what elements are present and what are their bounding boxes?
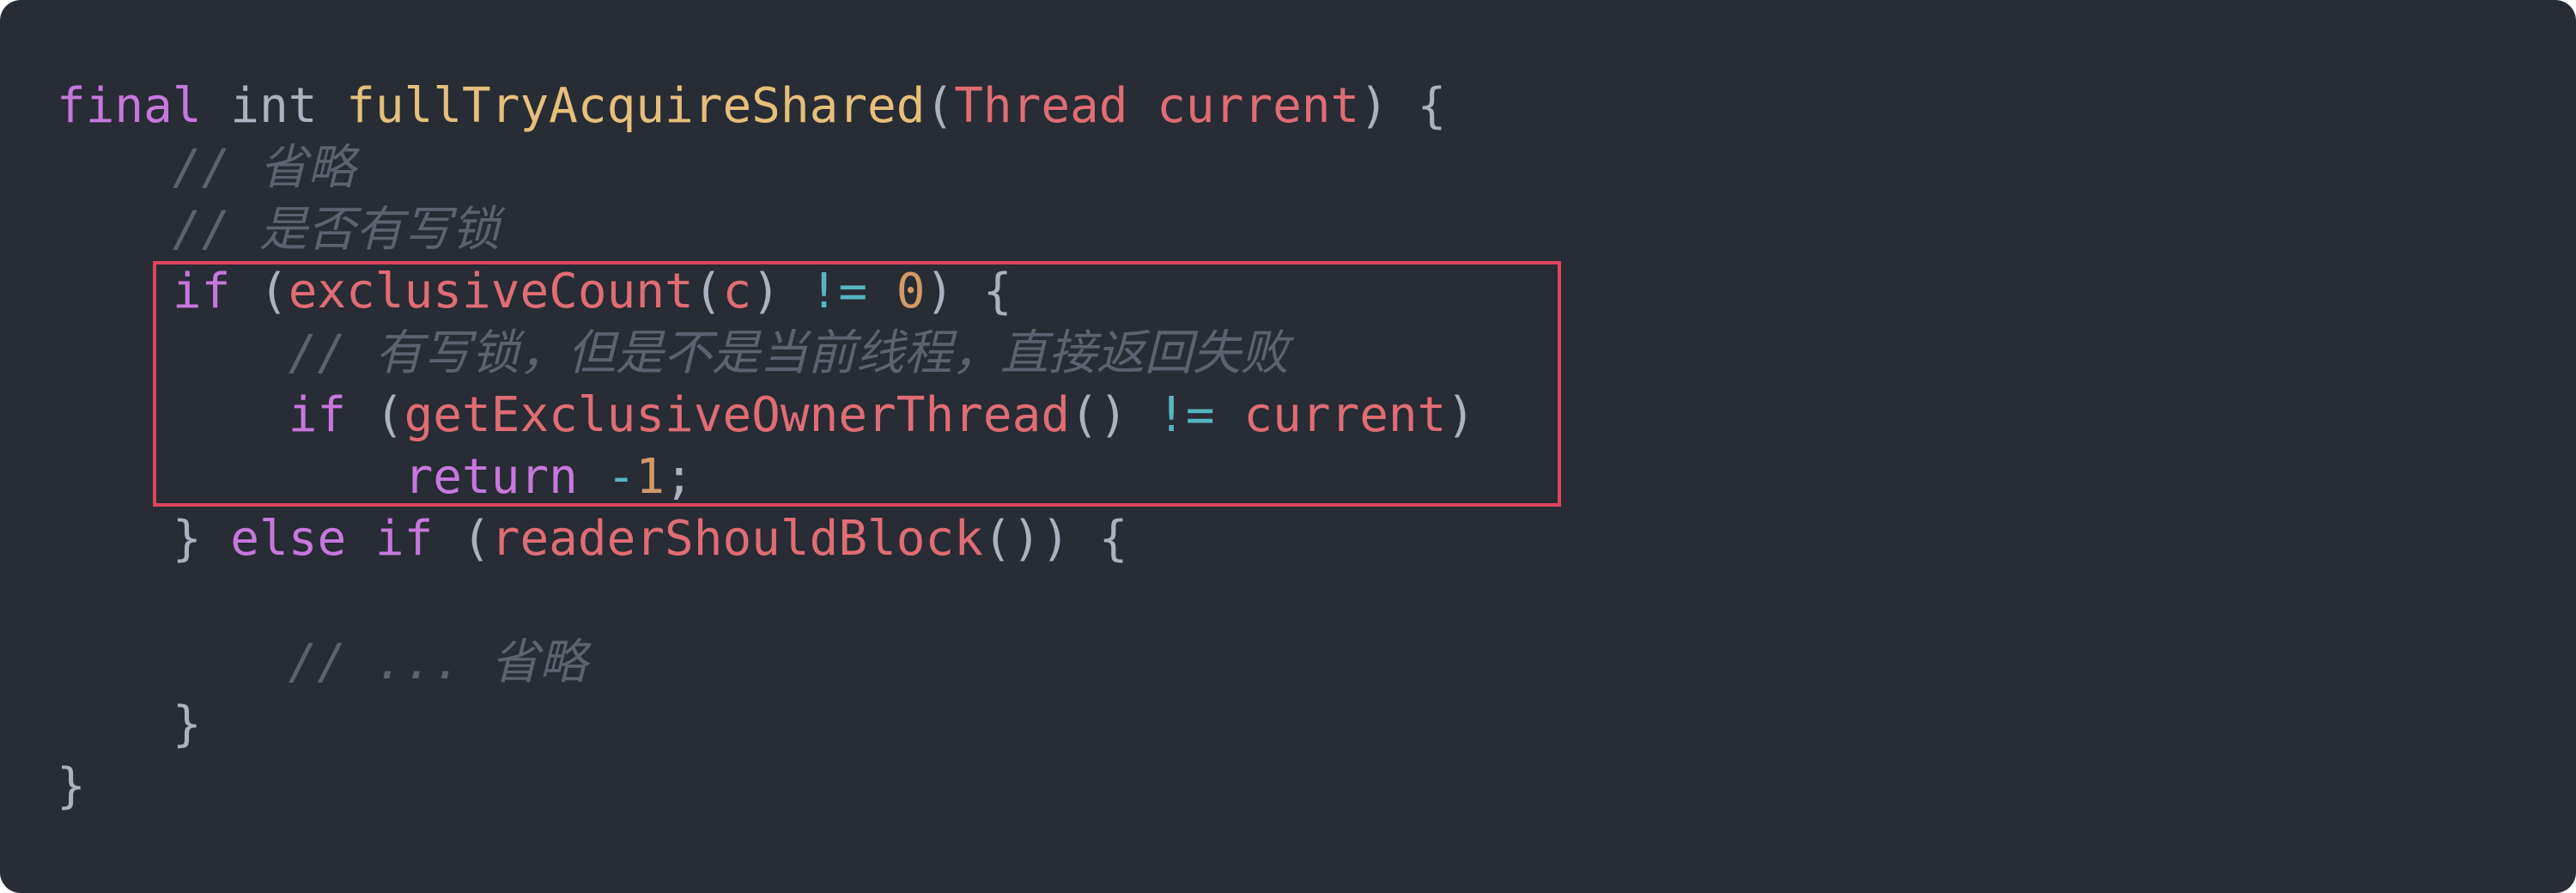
code-token: ) { bbox=[925, 264, 1012, 319]
code-comment: // 是否有写锁 bbox=[172, 202, 501, 258]
code-token: != bbox=[1157, 387, 1215, 443]
code-line: } else if (readerShouldBlock()) { bbox=[57, 508, 1475, 570]
code-line: if (exclusiveCount(c) != 0) { bbox=[57, 261, 1475, 323]
code-token: ) bbox=[751, 264, 810, 319]
code-token: if bbox=[172, 264, 231, 319]
code-token: return bbox=[404, 449, 578, 505]
code-token: readerShouldBlock bbox=[490, 511, 983, 567]
code-token: ( bbox=[433, 511, 491, 567]
code-comment: // 省略 bbox=[172, 140, 356, 196]
code-line: final int fullTryAcquireShared(Thread cu… bbox=[57, 76, 1475, 137]
code-token: () bbox=[1070, 387, 1157, 443]
code-token: != bbox=[809, 264, 868, 319]
code-token: final bbox=[57, 78, 202, 134]
code-token: current bbox=[1243, 387, 1447, 443]
code-line: // 有写锁，但是不是当前线程，直接返回失败 bbox=[57, 323, 1475, 385]
code-token: } bbox=[172, 696, 202, 752]
code-token: if bbox=[288, 387, 347, 443]
code-token: ( bbox=[693, 264, 723, 319]
code-token: getExclusiveOwnerThread bbox=[404, 387, 1071, 443]
code-token: c bbox=[722, 264, 752, 319]
code-line: // ... 省略 bbox=[57, 632, 1475, 694]
code-token: } bbox=[172, 511, 231, 567]
code-line: // 是否有写锁 bbox=[57, 199, 1475, 261]
code-line: } bbox=[57, 756, 1475, 817]
code-token: fullTryAcquireShared bbox=[346, 78, 926, 134]
code-block: final int fullTryAcquireShared(Thread cu… bbox=[57, 76, 1475, 817]
code-line: if (getExclusiveOwnerThread() != current… bbox=[57, 385, 1475, 446]
code-token: ) bbox=[1446, 387, 1476, 443]
code-token: 1 bbox=[635, 449, 665, 505]
code-token: } bbox=[57, 758, 86, 814]
code-token: Thread bbox=[954, 78, 1128, 134]
code-token: ) { bbox=[1359, 78, 1447, 134]
code-token: ; bbox=[665, 449, 694, 505]
code-line: return -1; bbox=[57, 446, 1475, 508]
code-token: current bbox=[1157, 78, 1360, 134]
code-token: ( bbox=[230, 264, 289, 319]
code-line: } bbox=[57, 694, 1475, 756]
code-token: else bbox=[230, 511, 347, 567]
code-token: ( bbox=[346, 387, 404, 443]
code-line: // 省略 bbox=[57, 137, 1475, 199]
code-token: 0 bbox=[896, 264, 926, 319]
code-comment: // 有写锁，但是不是当前线程，直接返回失败 bbox=[288, 325, 1289, 381]
code-token: int bbox=[230, 78, 318, 134]
code-token: ()) { bbox=[982, 511, 1128, 567]
code-token: - bbox=[606, 449, 636, 505]
code-token: ( bbox=[925, 78, 955, 134]
code-editor-panel: final int fullTryAcquireShared(Thread cu… bbox=[0, 0, 2576, 893]
code-token: if bbox=[374, 511, 434, 567]
code-token: exclusiveCount bbox=[288, 264, 694, 319]
code-comment: // ... 省略 bbox=[288, 635, 587, 690]
